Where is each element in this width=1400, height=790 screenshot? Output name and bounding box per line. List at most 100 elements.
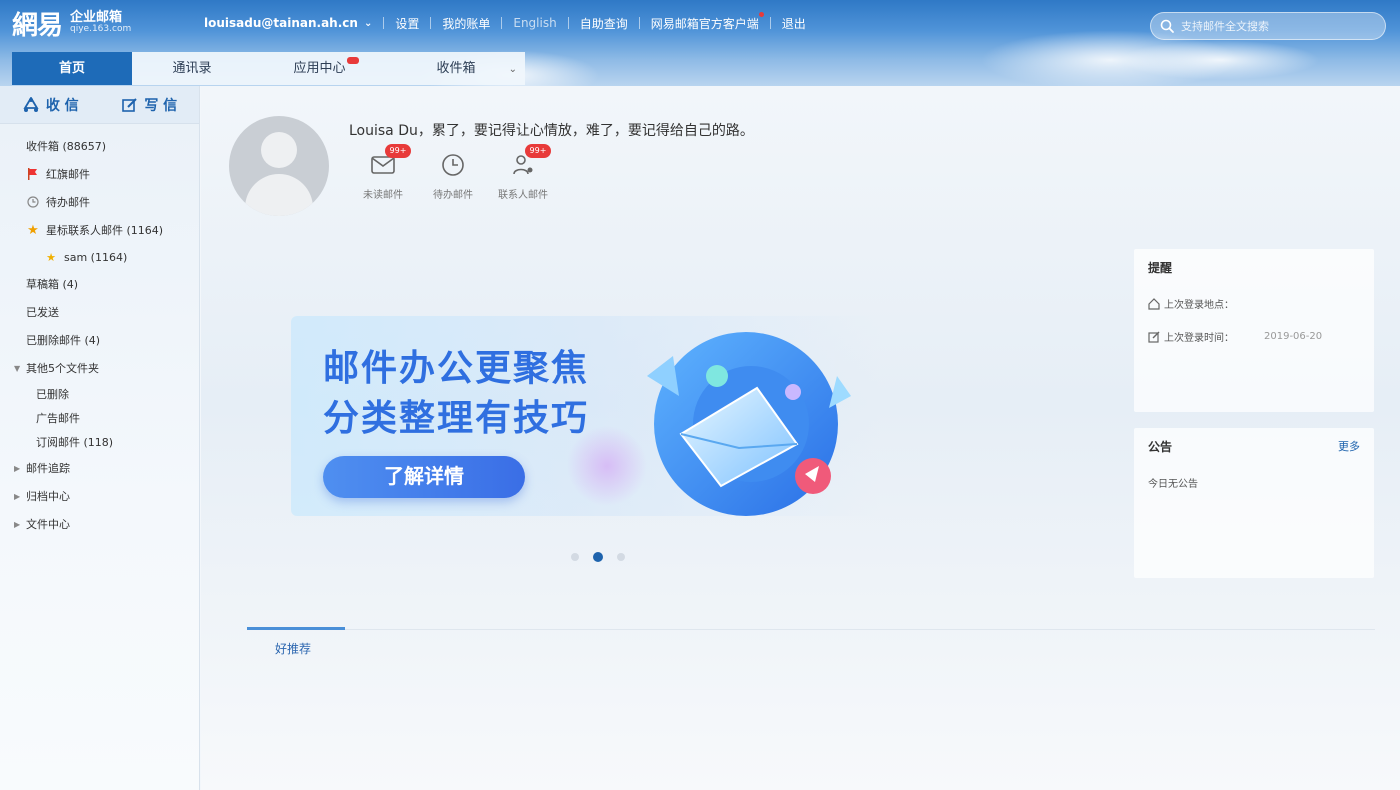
notice-empty: 今日无公告 [1148,479,1198,490]
self-service-link[interactable]: 自助查询 [580,15,628,32]
last-login-label: 上次登录时间： [1164,333,1234,344]
compose-icon [122,97,138,112]
receive-label: 收 信 [45,97,79,114]
quick-label: 联系人邮件 [498,190,548,201]
notice-panel: 公告 更多 今日无公告 [1134,428,1374,578]
folder-label: 草稿箱 (4) [26,278,79,291]
folder-sent[interactable]: 已发送 [0,298,199,326]
tab-contacts[interactable]: 通讯录 [132,52,252,85]
client-download-label: 网易邮箱官方客户端 [650,16,759,31]
receive-button[interactable]: 收 信 [22,95,79,115]
folder-ads[interactable]: 广告邮件 [0,406,199,430]
unread-mail-link[interactable]: 99+ 未读邮件 [349,144,417,201]
contact-mail-link[interactable]: 99+ 联系人邮件 [489,144,557,201]
folder-inbox[interactable]: 收件箱 (88657) [0,132,199,160]
contact-badge: 99+ [525,144,551,158]
folder-files[interactable]: ▶ 文件中心 [0,510,199,538]
folder-label: 广告邮件 [36,412,80,425]
folder-deleted[interactable]: 已删除邮件 (4) [0,326,199,354]
divider [567,17,569,29]
triangle-right-icon: ▶ [14,519,21,529]
recommend-tab-indicator [247,627,345,630]
settings-link[interactable]: 设置 [395,15,419,32]
new-dot [758,11,764,17]
folder-archive[interactable]: ▶ 归档中心 [0,482,199,510]
chevron-down-icon: ⌄ [363,17,373,29]
greeting-text: Louisa Du，累了，要记得让心情放，难了，要记得给自己的路。 [349,123,754,139]
new-badge [347,57,359,64]
sidebar: 收 信 写 信 收件箱 (88657) 红旗邮件 待办邮件 ★ 星标联系人邮件 … [0,86,200,790]
quick-label: 未读邮件 [363,190,403,201]
compose-button[interactable]: 写 信 [122,95,177,115]
sidebar-actions: 收 信 写 信 [0,86,199,124]
folder-label: 红旗邮件 [46,168,90,181]
folder-drafts[interactable]: 草稿箱 (4) [0,270,199,298]
logo-title: 企业邮箱 [70,9,123,25]
folder-flagged[interactable]: 红旗邮件 [0,160,199,188]
todo-mail-link[interactable]: 待办邮件 [419,152,487,201]
triangle-down-icon: ▼ [14,363,21,373]
divider [769,17,771,29]
compose-label: 写 信 [144,97,178,114]
chevron-down-icon[interactable]: ⌄ [509,53,517,86]
client-download-link[interactable]: 网易邮箱官方客户端 [650,11,764,32]
divider [638,17,640,29]
billing-link[interactable]: 我的账单 [442,15,490,32]
reminder-title: 提醒 [1148,261,1173,275]
english-link[interactable]: English [513,16,556,30]
banner-line-1: 邮件办公更聚焦 [323,348,590,389]
search-input[interactable] [1181,19,1381,33]
recommend-tab[interactable]: 好推荐 [275,640,311,657]
banner-line-2: 分类整理有技巧 [323,398,590,439]
last-login-location: 上次登录地点： [1148,296,1234,311]
divider [383,17,385,29]
top-header: 網易 企业邮箱 qiye.163.com louisadu@tainan.ah.… [0,0,1400,86]
tab-apps-label: 应用中心 [293,61,346,76]
tab-apps[interactable]: 应用中心 [252,52,387,85]
reminder-panel: 提醒 上次登录地点： 上次登录时间： 2019-06-20 [1134,249,1374,412]
logout-link[interactable]: 退出 [782,15,806,32]
account-menu[interactable]: louisadu@tainan.ah.cn ⌄ [204,16,372,30]
learn-more-button[interactable]: 了解详情 [323,456,525,498]
folder-trash[interactable]: 已删除 [0,382,199,406]
main-content: Louisa Du，累了，要记得让心情放，难了，要记得给自己的路。 99+ 未读… [201,86,1400,790]
folder-label: 星标联系人邮件 (1164) [46,224,164,237]
folder-tracking[interactable]: ▶ 邮件追踪 [0,454,199,482]
divider [430,17,432,29]
carousel-dot[interactable] [571,553,579,561]
logo[interactable]: 網易 企业邮箱 qiye.163.com [12,6,131,40]
recommend-divider [247,629,1375,630]
folder-group-other[interactable]: ▼ 其他5个文件夹 [0,354,199,382]
carousel-dot[interactable] [617,553,625,561]
tab-inbox-label: 收件箱 [436,61,476,76]
tab-home[interactable]: 首页 [12,52,132,85]
folder-label: 其他5个文件夹 [26,362,99,375]
search-box[interactable] [1150,12,1386,40]
tab-inbox[interactable]: 收件箱 ⌄ [387,52,525,85]
home-icon [1148,297,1160,310]
folder-starred[interactable]: ★ 星标联系人邮件 (1164) [0,216,199,244]
folder-label: 已删除 [36,388,69,401]
folder-todo[interactable]: 待办邮件 [0,188,199,216]
account-email: louisadu@tainan.ah.cn [204,16,358,30]
unread-badge: 99+ [385,144,411,158]
folder-label: sam (1164) [64,250,128,264]
login-location-label: 上次登录地点： [1164,300,1234,311]
folder-label: 已删除邮件 (4) [26,334,101,347]
logo-mark: 網易 [12,10,63,41]
clock-icon [440,152,466,178]
last-login-time: 上次登录时间： 2019-06-20 [1148,329,1322,344]
folder-starred-contact[interactable]: ★ sam (1164) [0,244,199,270]
carousel-dot-active[interactable] [593,552,603,562]
avatar[interactable] [229,116,329,216]
receive-icon [23,96,39,112]
folder-subscribed[interactable]: 订阅邮件 (118) [0,430,199,454]
carousel-dots [571,552,639,562]
notice-more-link[interactable]: 更多 [1338,438,1360,454]
triangle-right-icon: ▶ [14,491,21,501]
folder-list: 收件箱 (88657) 红旗邮件 待办邮件 ★ 星标联系人邮件 (1164) ★… [0,124,199,538]
clock-icon [26,195,40,209]
profile-card [229,116,329,216]
red-flag-icon [26,167,40,181]
logo-subtitle: qiye.163.com [70,24,132,35]
